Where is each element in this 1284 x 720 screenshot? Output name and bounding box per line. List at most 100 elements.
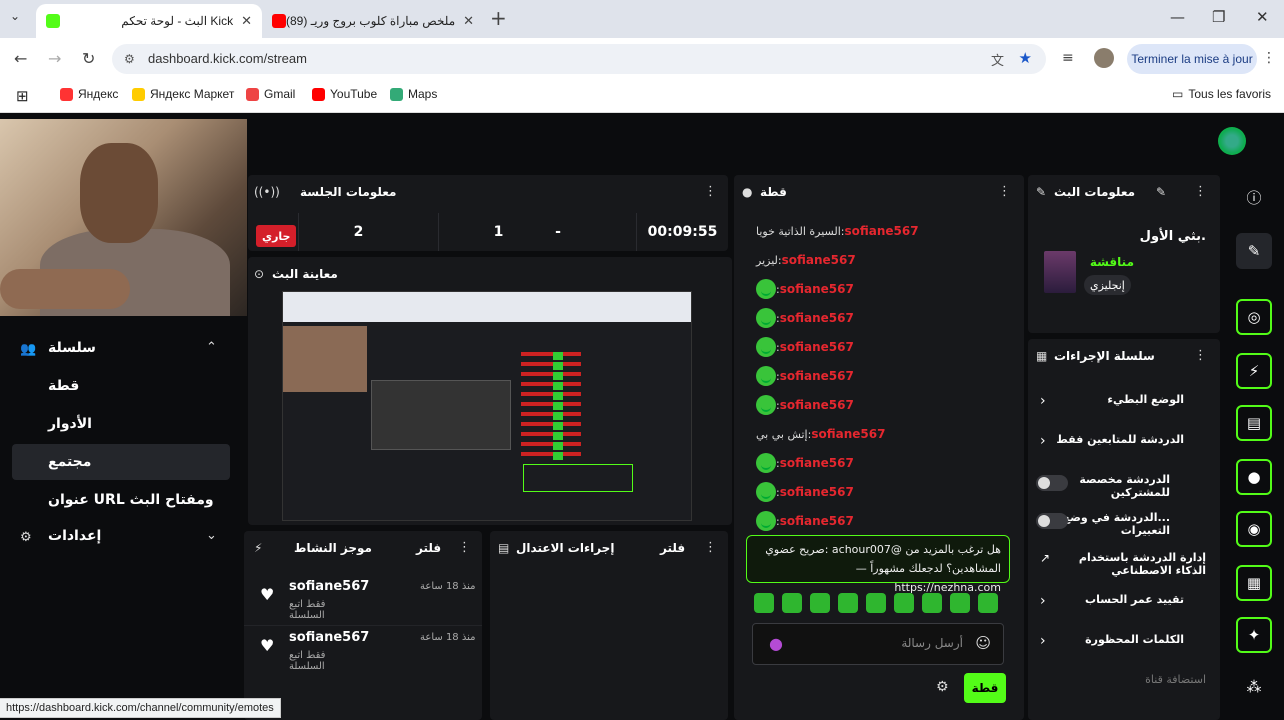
share-icon[interactable]: ⁂ bbox=[1236, 669, 1272, 705]
chat-input[interactable]: ● أرسل رسالة ☺ bbox=[752, 623, 1004, 665]
user-avatar[interactable] bbox=[1218, 127, 1246, 155]
emote-icon[interactable] bbox=[978, 593, 998, 613]
layout-icon[interactable]: ▦ bbox=[1236, 565, 1272, 601]
emote-icon[interactable] bbox=[894, 593, 914, 613]
tab-kick-dashboard[interactable]: البث - لوحة تحكم Kick ✕ bbox=[36, 4, 262, 38]
chevron-right-icon[interactable]: › bbox=[1040, 593, 1046, 609]
emote-icon[interactable] bbox=[810, 593, 830, 613]
browser-menu-icon[interactable]: ⋮ bbox=[1262, 50, 1276, 66]
chevron-right-icon[interactable]: › bbox=[1040, 633, 1046, 649]
sidebar-item-community-highlight[interactable] bbox=[12, 444, 230, 480]
emote-icon[interactable] bbox=[782, 593, 802, 613]
toggle-switch[interactable] bbox=[1036, 475, 1068, 491]
broadcast-icon[interactable]: ◉ bbox=[1236, 511, 1272, 547]
chat-username[interactable]: sofiane567 bbox=[780, 456, 854, 470]
chat-username[interactable]: sofiane567 bbox=[780, 485, 854, 499]
more-icon[interactable]: ⋮ bbox=[1194, 348, 1207, 363]
sidebar-item-community[interactable]: مجتمع bbox=[48, 454, 91, 470]
action-chain-item[interactable]: الكلمات المحظورة › bbox=[1028, 625, 1220, 661]
maximize-icon[interactable]: ❐ bbox=[1212, 8, 1225, 26]
update-button[interactable]: Terminer la mise à jour bbox=[1127, 44, 1257, 74]
edit-icon[interactable]: ✎ bbox=[1156, 185, 1166, 199]
close-window-icon[interactable]: ✕ bbox=[1256, 8, 1269, 26]
tab-search-icon[interactable]: ⌄ bbox=[10, 9, 20, 23]
chevron-right-icon[interactable]: › bbox=[1040, 433, 1046, 449]
emote-icon[interactable] bbox=[950, 593, 970, 613]
chat-username[interactable]: sofiane567 bbox=[780, 340, 854, 354]
emote-icon[interactable] bbox=[838, 593, 858, 613]
stream-preview-image[interactable] bbox=[282, 291, 692, 521]
chat-username[interactable]: sofiane567 bbox=[780, 398, 854, 412]
bookmark-yandex[interactable]: Яндекс bbox=[60, 87, 118, 101]
new-tab-button[interactable]: + bbox=[490, 6, 507, 30]
bookmark-youtube[interactable]: YouTube bbox=[312, 87, 377, 101]
action-chain-item[interactable]: الوضع البطيء › bbox=[1028, 385, 1220, 421]
action-chain-item[interactable]: استضافة قناة bbox=[1028, 665, 1220, 701]
more-icon[interactable]: ⋮ bbox=[458, 540, 471, 555]
bookmark-gmail[interactable]: Gmail bbox=[246, 87, 295, 101]
tab-youtube[interactable]: (89) ملخص مباراة كلوب بروج وريـ ✕ bbox=[262, 4, 484, 38]
info-icon[interactable]: ⓘ bbox=[1236, 179, 1272, 215]
apps-grid-icon[interactable]: ⊞ bbox=[16, 87, 29, 105]
edit-icon[interactable]: ✎ bbox=[1236, 233, 1272, 269]
sidebar-item-settings[interactable]: إعدادات bbox=[48, 528, 101, 544]
emoji-picker-icon[interactable]: ☺ bbox=[975, 634, 991, 652]
more-icon[interactable]: ⋮ bbox=[1194, 184, 1207, 199]
chat-settings-icon[interactable]: ⚙ bbox=[936, 679, 949, 695]
stream-category[interactable]: مناقشة bbox=[1090, 255, 1134, 269]
action-chain-item[interactable]: الدردشة للمتابعين فقط › bbox=[1028, 425, 1220, 461]
emote-icon[interactable] bbox=[754, 593, 774, 613]
profile-avatar[interactable] bbox=[1094, 48, 1114, 68]
url-text[interactable]: dashboard.kick.com/stream bbox=[148, 51, 307, 66]
action-chain-item[interactable]: ...الدردشة في وضع التعبيرات bbox=[1028, 503, 1220, 539]
all-bookmarks[interactable]: ▭ Tous les favoris bbox=[1172, 87, 1271, 101]
action-chain-item[interactable]: الدردشة مخصصة للمشتركين bbox=[1028, 465, 1220, 501]
more-icon[interactable]: ⋮ bbox=[998, 184, 1011, 199]
bolt-icon[interactable]: ⚡ bbox=[1236, 353, 1272, 389]
external-link-icon[interactable]: ↗ bbox=[1040, 551, 1050, 565]
more-icon[interactable]: ⋮ bbox=[704, 184, 717, 199]
document-icon[interactable]: ▤ bbox=[1236, 405, 1272, 441]
send-chat-button[interactable]: قطة bbox=[964, 673, 1006, 703]
chat-username[interactable]: sofiane567 bbox=[782, 253, 856, 267]
chat-username[interactable]: sofiane567 bbox=[811, 427, 885, 441]
back-icon[interactable]: ← bbox=[14, 49, 27, 68]
chat-username[interactable]: sofiane567 bbox=[780, 514, 854, 528]
sidebar-section-stream[interactable]: سلسلة bbox=[48, 340, 96, 356]
chat-username[interactable]: sofiane567 bbox=[780, 282, 854, 296]
bookmark-maps[interactable]: Maps bbox=[390, 87, 437, 101]
chat-bubble-icon[interactable]: ● bbox=[1236, 459, 1272, 495]
bookmark-star-icon[interactable]: ★ bbox=[1019, 49, 1032, 67]
activity-user[interactable]: sofiane567 bbox=[289, 630, 369, 645]
action-chain-item[interactable]: تقييد عمر الحساب › bbox=[1028, 585, 1220, 621]
sidebar-item-roles[interactable]: الأدوار bbox=[48, 416, 92, 432]
translate-icon[interactable]: 文 bbox=[991, 50, 1004, 69]
close-tab-icon[interactable]: ✕ bbox=[241, 14, 252, 29]
close-tab-icon[interactable]: ✕ bbox=[463, 14, 474, 29]
chevron-up-icon[interactable]: ⌃ bbox=[206, 340, 217, 355]
media-control-icon[interactable]: ≡ bbox=[1062, 50, 1074, 66]
minimize-icon[interactable]: — bbox=[1170, 8, 1185, 26]
chat-username[interactable]: sofiane567 bbox=[780, 311, 854, 325]
action-chain-item[interactable]: إدارة الدردشة باستخدام الذكاء الاصطناعي ↗ bbox=[1028, 543, 1220, 579]
chevron-right-icon[interactable]: › bbox=[1040, 393, 1046, 409]
reload-icon[interactable]: ↻ bbox=[82, 49, 95, 68]
camera-focus-icon[interactable]: ◎ bbox=[1236, 299, 1272, 335]
moderation-filter[interactable]: فلتر bbox=[660, 541, 685, 555]
bookmark-yandex-market[interactable]: Яндекс Маркет bbox=[132, 87, 234, 101]
more-icon[interactable]: ⋮ bbox=[704, 540, 717, 555]
sidebar-item-url-key[interactable]: عنوان URL ومفتاح البث bbox=[48, 492, 214, 508]
toggle-switch[interactable] bbox=[1036, 513, 1068, 529]
activity-user[interactable]: sofiane567 bbox=[289, 579, 369, 594]
site-info-icon[interactable]: ⚙ bbox=[124, 52, 135, 66]
chevron-down-icon[interactable]: ⌄ bbox=[206, 528, 217, 543]
emote-icon[interactable] bbox=[866, 593, 886, 613]
pinned-message[interactable]: هل ترغب بالمزيد من @achour007 :صريح عضوي… bbox=[746, 535, 1010, 594]
wrench-icon[interactable]: ✦ bbox=[1236, 617, 1272, 653]
sidebar-item-chat[interactable]: قطة bbox=[48, 378, 79, 394]
microphone-icon[interactable]: ● bbox=[769, 634, 783, 653]
activity-filter[interactable]: فلتر bbox=[416, 541, 441, 555]
chat-username[interactable]: sofiane567 bbox=[780, 369, 854, 383]
chat-username[interactable]: sofiane567 bbox=[845, 224, 919, 238]
address-bar[interactable]: ⚙ dashboard.kick.com/stream 文 ★ bbox=[112, 44, 1046, 74]
